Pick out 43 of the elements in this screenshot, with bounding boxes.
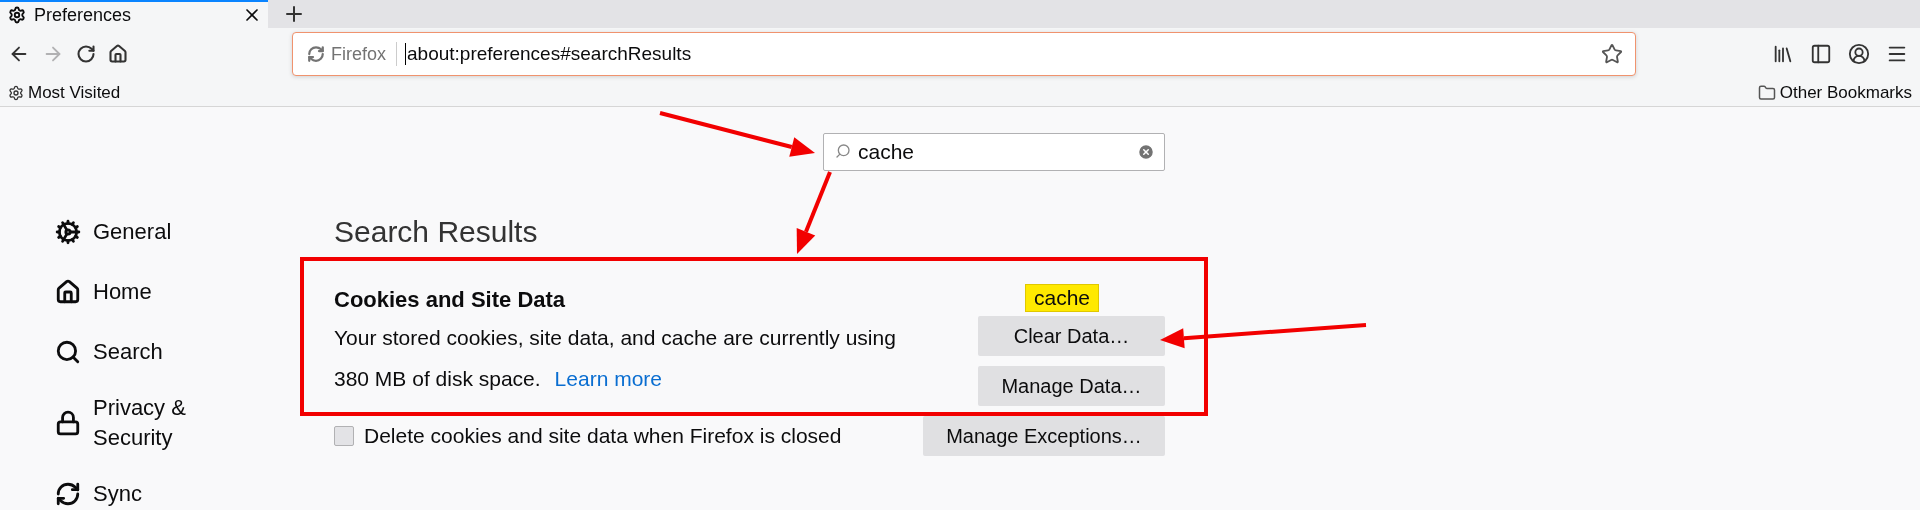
sidebar-item[interactable]: Home	[55, 273, 215, 311]
sidebar-label: Search	[93, 338, 163, 366]
gear-icon	[8, 85, 24, 101]
description-text: Your stored cookies, site data, and cache are currently using 380 MB of disk space. Learn more	[334, 325, 897, 392]
results-heading: Search Results	[334, 215, 539, 249]
sidebar-label: Privacy & Security	[93, 394, 187, 452]
search-tooltip: cache	[1025, 284, 1100, 312]
lock-icon	[55, 410, 81, 436]
house-icon	[55, 279, 81, 305]
sidebar-item[interactable]: Search	[55, 333, 215, 371]
browser-tab[interactable]: Preferences	[0, 0, 268, 28]
checkbox[interactable]	[334, 426, 354, 446]
sidebar-label: Home	[93, 278, 152, 306]
url-text: about:preferences#searchResults	[405, 43, 1601, 65]
sidebar-label: Sync	[93, 480, 142, 508]
tab-title: Preferences	[34, 4, 133, 26]
sidebar-item[interactable]: Sync	[55, 475, 215, 510]
search-icon	[55, 339, 81, 365]
checkbox-label: Delete cookies and site data when Firefox is closed	[364, 424, 842, 448]
exceptions-button[interactable]: Manage Exceptions…	[923, 416, 1165, 456]
sidebar-icon[interactable]	[1810, 43, 1832, 65]
bookmark-label: Most Visited	[28, 83, 121, 103]
search-field[interactable]: cache	[823, 133, 1165, 171]
library-icon[interactable]	[1772, 43, 1794, 65]
learn-more-link[interactable]: Learn more	[554, 367, 662, 390]
sidebar-item[interactable]: Privacy & Security	[55, 393, 215, 453]
sidebar-item[interactable]: General	[55, 213, 215, 251]
identity-text: Firefox	[331, 43, 386, 65]
home-icon[interactable]	[108, 44, 128, 64]
data-button[interactable]: Manage Data…	[978, 366, 1165, 406]
star-icon[interactable]	[1601, 43, 1623, 65]
reload-icon[interactable]	[76, 44, 96, 64]
bookmark-item[interactable]: Most Visited	[8, 83, 121, 103]
folder-icon	[1757, 84, 1776, 102]
gear-icon	[55, 219, 81, 245]
gear-icon	[8, 6, 26, 24]
sync-icon	[55, 481, 81, 507]
sidebar-label: General	[93, 218, 172, 246]
data-button[interactable]: Clear Data…	[978, 316, 1165, 356]
section-title: Cookies and Site Data	[334, 287, 567, 313]
search-icon	[835, 143, 851, 159]
url-bar[interactable]: Firefox about:preferences#searchResults	[292, 32, 1636, 76]
account-icon[interactable]	[1848, 43, 1870, 65]
